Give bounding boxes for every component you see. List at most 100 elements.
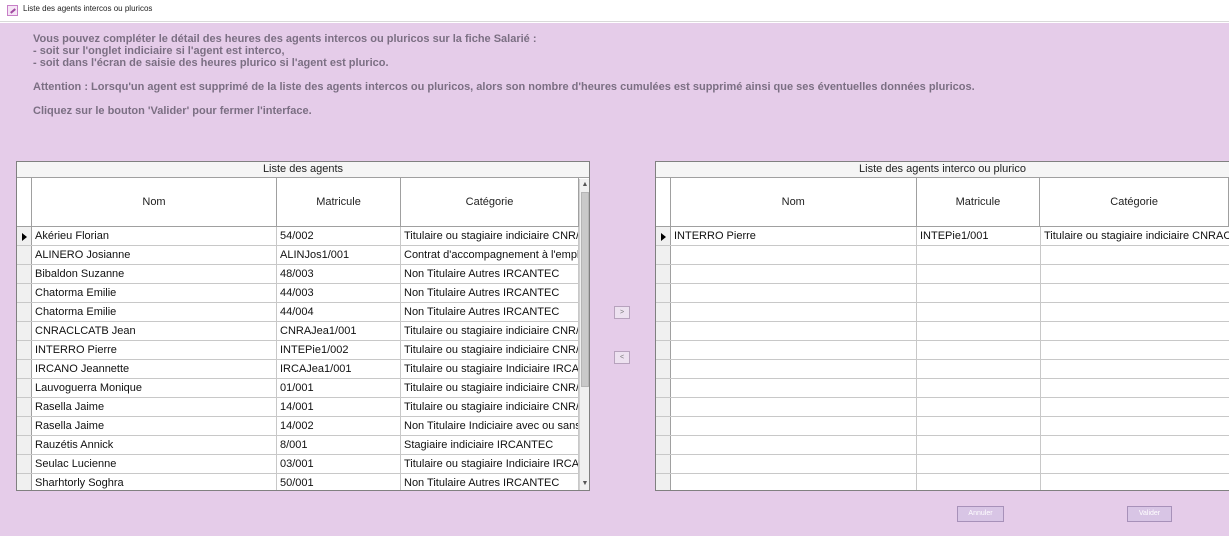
cell-categorie[interactable]: [1041, 455, 1229, 473]
cell-nom[interactable]: CNRACLCATB Jean: [32, 322, 277, 340]
table-row[interactable]: Rasella Jaime 14/002 Non Titulaire Indicia…: [17, 417, 589, 436]
column-header-nom[interactable]: Nom: [32, 178, 277, 226]
cell-nom[interactable]: [671, 341, 917, 359]
cell-nom[interactable]: [671, 379, 917, 397]
cell-categorie[interactable]: Titulaire ou stagiaire Indiciaire IRCA: [401, 455, 579, 473]
cell-nom[interactable]: [671, 265, 917, 283]
table-row[interactable]: [656, 455, 1229, 474]
row-selector[interactable]: [656, 322, 671, 340]
table-row[interactable]: [656, 360, 1229, 379]
row-selector[interactable]: [17, 455, 32, 473]
table-row[interactable]: ALINERO Josianne ALINJos1/001 Contrat d'ac…: [17, 246, 589, 265]
scroll-up-icon[interactable]: ▲: [580, 179, 589, 191]
cell-categorie[interactable]: [1041, 379, 1229, 397]
table-row[interactable]: Rauzétis Annick 8/001 Stagiaire indiciaire…: [17, 436, 589, 455]
cell-nom[interactable]: [671, 360, 917, 378]
cell-categorie[interactable]: [1041, 436, 1229, 454]
cell-nom[interactable]: [671, 417, 917, 435]
cell-nom[interactable]: [671, 436, 917, 454]
cell-matricule[interactable]: [917, 379, 1041, 397]
cell-categorie[interactable]: Titulaire ou stagiaire indiciaire CNR/: [401, 322, 579, 340]
cell-categorie[interactable]: Non Titulaire Autres IRCANTEC: [401, 474, 579, 490]
row-selector[interactable]: [17, 360, 32, 378]
cell-matricule[interactable]: 44/003: [277, 284, 401, 302]
cell-categorie[interactable]: [1041, 265, 1229, 283]
row-selector[interactable]: [656, 398, 671, 416]
cell-matricule[interactable]: CNRAJea1/001: [277, 322, 401, 340]
cell-matricule[interactable]: [917, 474, 1041, 490]
table-row[interactable]: [656, 322, 1229, 341]
cell-categorie[interactable]: Titulaire ou stagiaire indiciaire CNR/: [401, 398, 579, 416]
cell-categorie[interactable]: [1041, 474, 1229, 490]
scroll-down-icon[interactable]: ▼: [580, 478, 589, 490]
row-selector[interactable]: [656, 417, 671, 435]
row-selector[interactable]: [17, 227, 32, 245]
cell-categorie[interactable]: Non Titulaire Autres IRCANTEC: [401, 303, 579, 321]
table-row[interactable]: [656, 303, 1229, 322]
cell-nom[interactable]: ALINERO Josianne: [32, 246, 277, 264]
table-row[interactable]: [656, 417, 1229, 436]
cell-matricule[interactable]: INTEPie1/002: [277, 341, 401, 359]
table-row[interactable]: Chatorma Emilie 44/004 Non Titulaire Autre…: [17, 303, 589, 322]
cell-matricule[interactable]: [917, 417, 1041, 435]
cell-matricule[interactable]: [917, 341, 1041, 359]
remove-agent-button[interactable]: <: [614, 351, 630, 364]
cell-nom[interactable]: Akérieu Florian: [32, 227, 277, 245]
cell-categorie[interactable]: Non Titulaire Autres IRCANTEC: [401, 265, 579, 283]
row-selector[interactable]: [17, 341, 32, 359]
cell-categorie[interactable]: Titulaire ou stagiaire Indiciaire IRCA: [401, 360, 579, 378]
cell-nom[interactable]: [671, 284, 917, 302]
cell-categorie[interactable]: [1041, 322, 1229, 340]
row-selector[interactable]: [17, 436, 32, 454]
column-header-matricule[interactable]: Matricule: [277, 178, 401, 226]
cell-matricule[interactable]: 54/002: [277, 227, 401, 245]
row-selector[interactable]: [656, 265, 671, 283]
row-selector[interactable]: [656, 436, 671, 454]
cell-categorie[interactable]: Non Titulaire Indiciaire avec ou sans: [401, 417, 579, 435]
table-row[interactable]: Akérieu Florian 54/002 Titulaire ou stagia…: [17, 227, 589, 246]
column-header-categorie[interactable]: Catégorie: [1040, 178, 1229, 226]
cell-matricule[interactable]: [917, 322, 1041, 340]
table-row[interactable]: [656, 379, 1229, 398]
row-selector[interactable]: [656, 341, 671, 359]
cell-categorie[interactable]: [1041, 246, 1229, 264]
table-row[interactable]: INTERRO Pierre INTEPie1/002 Titulaire ou s…: [17, 341, 589, 360]
agents-grid-scrollbar[interactable]: ▲ ▼: [579, 179, 589, 490]
validate-button[interactable]: Valider: [1127, 506, 1172, 522]
cell-nom[interactable]: Chatorma Emilie: [32, 284, 277, 302]
row-selector[interactable]: [656, 360, 671, 378]
cell-nom[interactable]: INTERRO Pierre: [32, 341, 277, 359]
cell-matricule[interactable]: 03/001: [277, 455, 401, 473]
cell-categorie[interactable]: [1041, 341, 1229, 359]
row-selector[interactable]: [656, 227, 671, 245]
cell-categorie[interactable]: Stagiaire indiciaire IRCANTEC: [401, 436, 579, 454]
table-row[interactable]: IRCANO Jeannette IRCAJea1/001 Titulaire ou…: [17, 360, 589, 379]
cell-matricule[interactable]: ALINJos1/001: [277, 246, 401, 264]
cell-matricule[interactable]: [917, 265, 1041, 283]
cell-nom[interactable]: INTERRO Pierre: [671, 227, 917, 245]
cell-matricule[interactable]: 01/001: [277, 379, 401, 397]
table-row[interactable]: Chatorma Emilie 44/003 Non Titulaire Autre…: [17, 284, 589, 303]
add-agent-button[interactable]: >: [614, 306, 630, 319]
row-selector[interactable]: [656, 474, 671, 490]
cell-matricule[interactable]: IRCAJea1/001: [277, 360, 401, 378]
row-selector[interactable]: [17, 284, 32, 302]
table-row[interactable]: [656, 436, 1229, 455]
table-row[interactable]: Bibaldon Suzanne 48/003 Non Titulaire Autr…: [17, 265, 589, 284]
cell-nom[interactable]: Rasella Jaime: [32, 417, 277, 435]
cell-nom[interactable]: Sharhtorly Soghra: [32, 474, 277, 490]
row-selector[interactable]: [17, 265, 32, 283]
cell-matricule[interactable]: [917, 284, 1041, 302]
cell-categorie[interactable]: Contrat d'accompagnement à l'empl: [401, 246, 579, 264]
cell-matricule[interactable]: [917, 455, 1041, 473]
row-selector[interactable]: [656, 246, 671, 264]
table-row[interactable]: [656, 246, 1229, 265]
cell-matricule[interactable]: [917, 246, 1041, 264]
cell-categorie[interactable]: Titulaire ou stagiaire indiciaire CNR/: [401, 227, 579, 245]
table-row[interactable]: CNRACLCATB Jean CNRAJea1/001 Titulaire ou …: [17, 322, 589, 341]
cell-categorie[interactable]: [1041, 284, 1229, 302]
cell-nom[interactable]: [671, 322, 917, 340]
cell-matricule[interactable]: 44/004: [277, 303, 401, 321]
cell-matricule[interactable]: 14/001: [277, 398, 401, 416]
table-row[interactable]: INTERRO Pierre INTEPie1/001 Titulaire ou s…: [656, 227, 1229, 246]
